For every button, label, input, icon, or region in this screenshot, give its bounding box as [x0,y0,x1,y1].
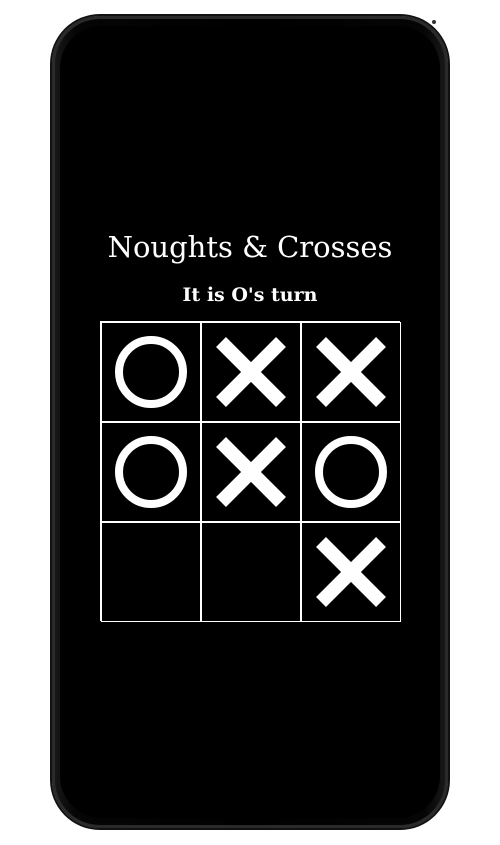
circle-icon [315,436,387,508]
x-icon [316,337,386,407]
x-icon [216,337,286,407]
board-cell-3[interactable] [101,422,201,522]
board-cell-0[interactable] [101,322,201,422]
board-cell-6[interactable] [101,522,201,622]
board-cell-4[interactable] [201,422,301,522]
board-cell-2[interactable] [301,322,401,422]
board-cell-1[interactable] [201,322,301,422]
board-cell-7[interactable] [201,522,301,622]
board-cell-8[interactable] [301,522,401,622]
circle-icon [115,336,187,408]
game-board [100,321,401,622]
game-title: Noughts & Crosses [107,230,393,264]
circle-icon [115,436,187,508]
x-icon [316,537,386,607]
board-cell-5[interactable] [301,422,401,522]
x-icon [216,437,286,507]
turn-status: It is O's turn [182,284,318,306]
camera-dot [432,20,436,24]
